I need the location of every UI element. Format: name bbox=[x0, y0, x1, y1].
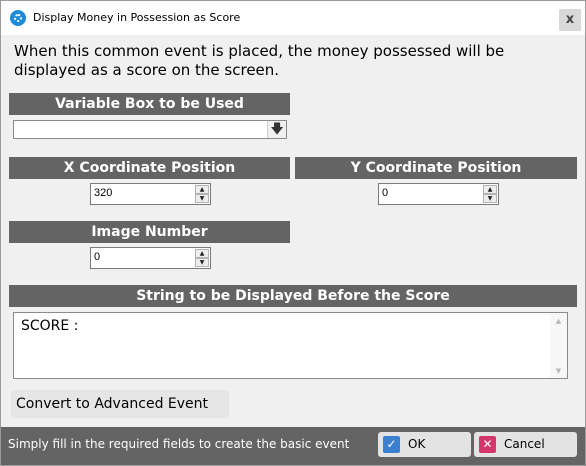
close-button[interactable]: x bbox=[559, 9, 581, 31]
description-text: When this common event is placed, the mo… bbox=[14, 42, 505, 79]
app-icon bbox=[10, 10, 26, 26]
image-number-value: 0 bbox=[94, 251, 101, 263]
image-spin-down-icon[interactable]: ▼ bbox=[195, 258, 209, 267]
y-coordinate-stepper[interactable]: 0 ▲ ▼ bbox=[378, 183, 499, 205]
prefix-string-header: String to be Displayed Before the Score bbox=[9, 285, 577, 307]
textarea-scrollbar[interactable]: ▲ ▼ bbox=[550, 313, 567, 378]
x-coordinate-header: X Coordinate Position bbox=[9, 157, 290, 179]
prefix-string-textarea[interactable]: SCORE : ▲ ▼ bbox=[13, 312, 568, 379]
footer-hint: Simply fill in the required fields to cr… bbox=[8, 437, 350, 451]
image-number-header: Image Number bbox=[9, 221, 290, 243]
dropdown-arrow-icon[interactable]: 🡇 bbox=[267, 121, 286, 138]
checkmark-icon: ✓ bbox=[383, 436, 400, 453]
convert-advanced-button[interactable]: Convert to Advanced Event bbox=[11, 390, 229, 418]
cancel-label: Cancel bbox=[504, 437, 545, 451]
window-title: Display Money in Possession as Score bbox=[33, 11, 241, 24]
variable-box-dropdown[interactable]: 🡇 bbox=[13, 120, 287, 139]
x-coordinate-stepper[interactable]: 320 ▲ ▼ bbox=[90, 183, 211, 205]
scroll-up-icon[interactable]: ▲ bbox=[550, 314, 567, 328]
x-spin-up-icon[interactable]: ▲ bbox=[195, 185, 209, 194]
image-number-stepper[interactable]: 0 ▲ ▼ bbox=[90, 247, 211, 269]
variable-box-header: Variable Box to be Used bbox=[9, 93, 290, 115]
y-coordinate-value: 0 bbox=[382, 187, 389, 199]
x-spin-down-icon[interactable]: ▼ bbox=[195, 194, 209, 203]
scroll-down-icon[interactable]: ▼ bbox=[550, 364, 567, 378]
dialog-window: Display Money in Possession as Score x W… bbox=[0, 0, 586, 466]
x-coordinate-value: 320 bbox=[94, 187, 113, 199]
y-spin-up-icon[interactable]: ▲ bbox=[483, 185, 497, 194]
y-spin-down-icon[interactable]: ▼ bbox=[483, 194, 497, 203]
cancel-x-icon: ✕ bbox=[479, 436, 496, 453]
prefix-string-value: SCORE : bbox=[21, 318, 79, 334]
ok-button[interactable]: ✓ OK bbox=[378, 432, 471, 457]
image-spin-up-icon[interactable]: ▲ bbox=[195, 249, 209, 258]
ok-label: OK bbox=[408, 437, 426, 451]
y-coordinate-header: Y Coordinate Position bbox=[295, 157, 577, 179]
cancel-button[interactable]: ✕ Cancel bbox=[474, 432, 577, 457]
title-bar: Display Money in Possession as Score x bbox=[1, 1, 585, 35]
footer-bar: Simply fill in the required fields to cr… bbox=[1, 427, 585, 465]
